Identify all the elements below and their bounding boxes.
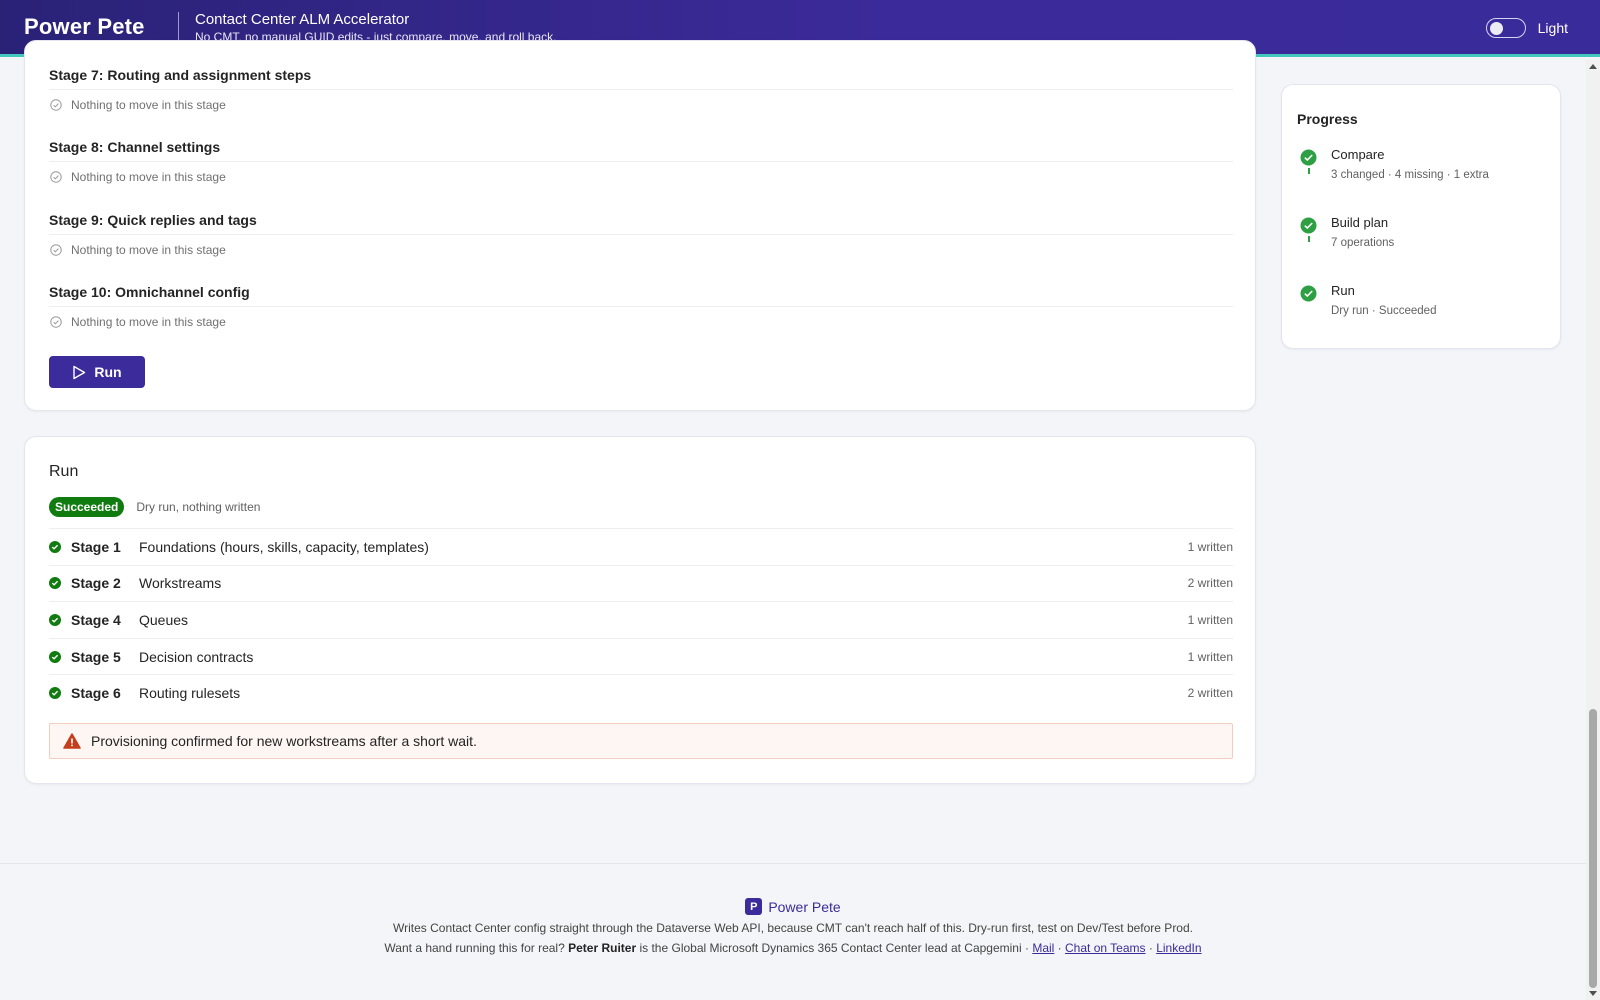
stage-8: Stage 8: Channel settings Nothing to mov… [49, 139, 1233, 184]
run-row-desc: Decision contracts [139, 648, 254, 665]
footer-brand[interactable]: P Power Pete [745, 898, 841, 915]
step-detail: Dry run · Succeeded [1331, 305, 1437, 317]
stage-empty-note: Nothing to move in this stage [49, 98, 1233, 112]
page-footer: P Power Pete Writes Contact Center confi… [0, 863, 1586, 1000]
step-connector [1308, 168, 1310, 174]
success-check-icon [49, 577, 71, 590]
run-row-desc: Workstreams [139, 575, 222, 592]
footer-contact-prefix: Want a hand running this for real? [384, 941, 565, 955]
step-connector [1308, 236, 1310, 242]
stage-9: Stage 9: Quick replies and tags Nothing … [49, 212, 1233, 257]
stage-title: Stage 7: Routing and assignment steps [49, 67, 1233, 90]
footer-logo-icon: P [745, 898, 763, 915]
stage-empty-note: Nothing to move in this stage [49, 170, 1233, 184]
warning-icon [63, 733, 81, 749]
success-check-icon [49, 613, 71, 626]
progress-card: Progress Compare 3 changed · 4 missing ·… [1281, 84, 1561, 349]
run-row: Stage 6 Routing rulesets 2 written [49, 674, 1233, 711]
brand-logo[interactable]: Power Pete [0, 14, 178, 40]
run-row-count: 2 written [1187, 686, 1233, 701]
stage-empty-note: Nothing to move in this stage [49, 315, 1233, 329]
run-section-title: Run [49, 463, 79, 480]
run-row: Stage 1 Foundations (hours, skills, capa… [49, 528, 1233, 565]
run-row-stage: Stage 4 [71, 611, 121, 628]
stage-empty-text: Nothing to move in this stage [71, 98, 226, 112]
run-button-label: Run [94, 364, 122, 380]
check-circle-icon [50, 244, 62, 256]
success-check-icon [49, 540, 71, 553]
mail-link[interactable]: Mail [1032, 941, 1054, 955]
check-circle-icon [50, 316, 62, 328]
stage-empty-note: Nothing to move in this stage [49, 243, 1233, 257]
run-row-desc: Routing rulesets [139, 685, 241, 702]
success-check-icon [49, 687, 71, 700]
run-status: Succeeded Dry run, nothing written [49, 497, 260, 517]
status-badge: Succeeded [49, 497, 125, 517]
step-detail: 3 changed · 4 missing · 1 extra [1331, 169, 1489, 181]
warning-text: Provisioning confirmed for new workstrea… [91, 733, 477, 749]
stage-empty-text: Nothing to move in this stage [71, 243, 226, 257]
run-row: Stage 4 Queues 1 written [49, 601, 1233, 638]
stage-7: Stage 7: Routing and assignment steps No… [49, 67, 1233, 112]
run-row-stage: Stage 5 [71, 648, 121, 665]
header-titles: Contact Center ALM Accelerator No CMT, n… [195, 11, 556, 44]
success-check-icon [1300, 149, 1317, 166]
run-row-desc: Queues [139, 611, 189, 628]
header-divider [178, 11, 179, 43]
footer-contact-name: Peter Ruiter [568, 941, 637, 955]
app-title: Contact Center ALM Accelerator [195, 10, 410, 28]
run-results-list: Stage 1 Foundations (hours, skills, capa… [49, 528, 1233, 711]
step-detail: 7 operations [1331, 237, 1395, 249]
scroll-down-arrow-icon[interactable] [1589, 991, 1597, 996]
stage-empty-text: Nothing to move in this stage [71, 315, 226, 329]
run-row-stage: Stage 2 [71, 575, 121, 592]
check-circle-icon [50, 99, 62, 111]
page-scrollbar[interactable] [1586, 60, 1600, 1000]
step-label: Build plan [1331, 215, 1389, 230]
theme-switch[interactable]: Light [1485, 18, 1568, 38]
scrollbar-thumb[interactable] [1589, 709, 1597, 988]
run-card: Run Succeeded Dry run, nothing written S… [24, 436, 1256, 784]
theme-toggle[interactable] [1485, 18, 1526, 38]
run-row: Stage 5 Decision contracts 1 written [49, 637, 1233, 675]
success-check-icon [1300, 217, 1317, 234]
stage-title: Stage 8: Channel settings [49, 139, 1233, 162]
stage-10: Stage 10: Omnichannel config Nothing to … [49, 284, 1233, 329]
step-label: Compare [1331, 147, 1385, 162]
run-row-desc: Foundations (hours, skills, capacity, te… [139, 538, 429, 555]
status-note: Dry run, nothing written [136, 500, 261, 514]
run-row-stage: Stage 6 [71, 685, 121, 702]
play-icon [73, 365, 86, 379]
step-label: Run [1331, 283, 1355, 298]
run-row-count: 1 written [1187, 649, 1233, 664]
progress-title: Progress [1297, 111, 1358, 127]
stage-title: Stage 10: Omnichannel config [49, 284, 1233, 307]
success-check-icon [49, 650, 71, 663]
run-button[interactable]: Run [49, 356, 145, 388]
run-row-count: 1 written [1187, 612, 1233, 627]
stage-title: Stage 9: Quick replies and tags [49, 212, 1233, 235]
run-row: Stage 2 Workstreams 2 written [49, 564, 1233, 602]
teams-chat-link[interactable]: Chat on Teams [1065, 941, 1146, 955]
footer-contact-suffix: is the Global Microsoft Dynamics 365 Con… [639, 941, 1029, 955]
check-circle-icon [50, 171, 62, 183]
warning-banner: Provisioning confirmed for new workstrea… [49, 723, 1233, 759]
scroll-up-arrow-icon[interactable] [1589, 64, 1597, 69]
run-row-stage: Stage 1 [71, 538, 121, 555]
footer-contact: Want a hand running this for real? Peter… [384, 941, 1202, 955]
stages-card: Stage 7: Routing and assignment steps No… [24, 40, 1256, 411]
toggle-knob [1489, 22, 1503, 35]
run-row-count: 2 written [1187, 576, 1233, 591]
stage-empty-text: Nothing to move in this stage [71, 170, 226, 184]
success-check-icon [1300, 285, 1317, 302]
linkedin-link[interactable]: LinkedIn [1156, 941, 1201, 955]
theme-label: Light [1537, 20, 1568, 36]
footer-brand-name: Power Pete [768, 898, 841, 915]
footer-description: Writes Contact Center config straight th… [393, 921, 1193, 935]
run-row-count: 1 written [1187, 539, 1233, 554]
